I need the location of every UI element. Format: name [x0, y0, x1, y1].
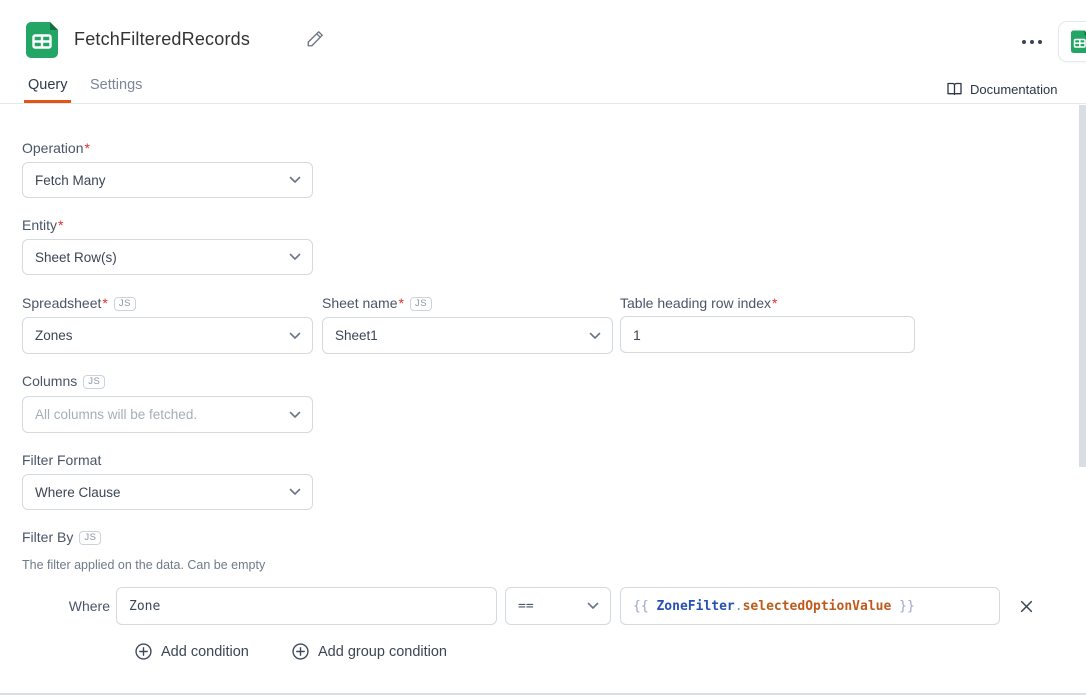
sheet-name-label: Sheet name*JS	[322, 295, 432, 311]
filter-format-select[interactable]: Where Clause	[22, 474, 313, 510]
tabbar-divider	[0, 103, 1086, 104]
operation-select-value: Fetch Many	[35, 173, 106, 188]
spreadsheet-select-value: Zones	[35, 328, 73, 343]
spreadsheet-label: Spreadsheet*JS	[22, 295, 136, 311]
chevron-down-icon	[289, 488, 301, 496]
operation-select[interactable]: Fetch Many	[22, 162, 313, 198]
code-object-token: ZoneFilter	[656, 599, 734, 614]
close-icon	[1020, 600, 1033, 613]
tab-settings[interactable]: Settings	[90, 77, 142, 93]
bottom-divider	[0, 693, 1086, 695]
vertical-scrollbar[interactable]	[1079, 105, 1086, 467]
code-dot-token: .	[735, 599, 743, 614]
chevron-down-icon	[587, 602, 599, 610]
entity-select-value: Sheet Row(s)	[35, 250, 117, 265]
js-badge[interactable]: JS	[114, 297, 136, 311]
filter-by-label: Filter ByJS	[22, 529, 101, 545]
js-badge[interactable]: JS	[83, 375, 105, 389]
datasource-button[interactable]	[1058, 21, 1086, 62]
required-marker: *	[84, 140, 89, 156]
tab-query[interactable]: Query	[28, 77, 68, 93]
filter-format-select-value: Where Clause	[35, 485, 121, 500]
plus-circle-icon	[292, 643, 309, 660]
spreadsheet-select[interactable]: Zones	[22, 317, 313, 354]
chevron-down-icon	[589, 332, 601, 340]
where-key-input[interactable]	[116, 587, 497, 625]
query-title: FetchFilteredRecords	[74, 29, 250, 50]
remove-condition-button[interactable]	[1014, 594, 1038, 618]
columns-label: ColumnsJS	[22, 373, 105, 389]
edit-pencil-icon[interactable]	[306, 30, 324, 48]
chevron-down-icon	[289, 411, 301, 419]
table-heading-row-index-label: Table heading row index*	[620, 295, 777, 311]
where-operator-value: ==	[518, 599, 534, 614]
columns-select-placeholder: All columns will be fetched.	[35, 407, 197, 422]
filter-by-help-text: The filter applied on the data. Can be e…	[22, 558, 265, 572]
required-marker: *	[58, 217, 63, 233]
js-badge[interactable]: JS	[410, 297, 432, 311]
sheet-name-select[interactable]: Sheet1	[322, 317, 613, 354]
required-marker: *	[399, 295, 404, 311]
more-menu-icon[interactable]	[1018, 36, 1046, 48]
book-icon	[946, 81, 963, 97]
js-badge[interactable]: JS	[79, 531, 101, 545]
google-sheets-icon	[22, 20, 62, 60]
table-heading-row-index-input[interactable]	[620, 316, 915, 353]
chevron-down-icon	[289, 253, 301, 261]
plus-circle-icon	[135, 643, 152, 660]
chevron-down-icon	[289, 176, 301, 184]
required-marker: *	[102, 295, 107, 311]
where-row-label: Where	[40, 598, 110, 614]
filter-format-label: Filter Format	[22, 452, 101, 468]
sheet-name-select-value: Sheet1	[335, 328, 378, 343]
code-close-braces: }}	[899, 599, 915, 614]
code-property-token: selectedOptionValue	[743, 599, 892, 614]
entity-select[interactable]: Sheet Row(s)	[22, 239, 313, 275]
add-group-condition-label: Add group condition	[318, 644, 447, 660]
required-marker: *	[772, 295, 777, 311]
entity-label: Entity*	[22, 217, 63, 233]
add-condition-button[interactable]: Add condition	[135, 643, 249, 660]
documentation-link[interactable]: Documentation	[946, 81, 1057, 97]
operation-label: Operation*	[22, 140, 90, 156]
chevron-down-icon	[289, 332, 301, 340]
where-value-code-input[interactable]: {{ ZoneFilter.selectedOptionValue }}	[620, 587, 1000, 625]
documentation-label: Documentation	[970, 82, 1057, 97]
add-condition-label: Add condition	[161, 644, 249, 660]
add-group-condition-button[interactable]: Add group condition	[292, 643, 447, 660]
where-operator-select[interactable]: ==	[505, 587, 611, 625]
google-sheets-small-icon	[1069, 30, 1086, 54]
columns-select[interactable]: All columns will be fetched.	[22, 396, 313, 433]
code-open-braces: {{	[633, 599, 649, 614]
